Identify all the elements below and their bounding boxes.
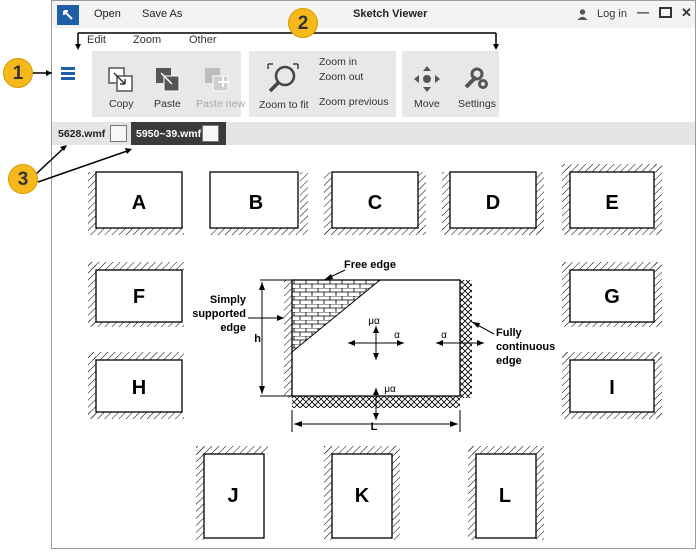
sketch-box-label: I: [609, 377, 615, 399]
sketch-box-i[interactable]: I: [562, 352, 662, 419]
sketch-box-label: B: [249, 192, 263, 214]
sketch-box-k[interactable]: K: [324, 446, 400, 540]
sketch-box-label: G: [604, 286, 620, 308]
sketch-box-c[interactable]: C: [324, 171, 426, 235]
simply-supported-line-3: edge: [220, 322, 246, 334]
sketch-box-e[interactable]: E: [562, 164, 662, 235]
mu-alpha-label: μα: [368, 316, 380, 327]
sketch-box-label: C: [368, 192, 382, 214]
free-edge-label: Free edge: [344, 259, 396, 271]
sketch-box-j[interactable]: J: [196, 446, 268, 540]
sketch-box-f[interactable]: F: [88, 262, 184, 327]
sketch-box-label: A: [132, 192, 146, 214]
slab-diagram: h L μα α α μα Free edge Simply supported…: [192, 259, 555, 433]
sketch-box-a[interactable]: A: [88, 171, 184, 235]
sketch-box-h[interactable]: H: [88, 352, 184, 419]
sketch-box-label: J: [227, 485, 238, 507]
simply-supported-line-1: Simply: [210, 294, 247, 306]
callout-1: 1: [3, 58, 33, 88]
sketch-box-label: E: [605, 192, 618, 214]
sketch-box-d[interactable]: D: [442, 171, 544, 235]
simply-supported-line-2: supported: [192, 308, 246, 320]
alpha-label: α: [441, 330, 447, 341]
sketch-box-l[interactable]: L: [468, 446, 544, 540]
callout-2: 2: [288, 8, 318, 38]
fully-continuous-line-3: edge: [496, 355, 522, 367]
sketch-box-b[interactable]: B: [209, 171, 308, 235]
callout-3: 3: [8, 164, 38, 194]
mu-alpha-label: μα: [384, 384, 396, 395]
sketch-box-label: D: [486, 192, 500, 214]
sketch-box-g[interactable]: G: [562, 262, 662, 327]
alpha-label: α: [394, 330, 400, 341]
sketch-box-label: K: [355, 485, 370, 507]
l-dimension-label: L: [371, 421, 378, 433]
callout-connectors: [33, 32, 499, 183]
h-dimension-label: h: [254, 333, 261, 345]
sketch-canvas: A B C D E F G H I J K L h L μα α α μα Fr…: [33, 32, 662, 540]
fully-continuous-line-1: Fully: [496, 327, 523, 339]
sketch-box-label: F: [133, 286, 145, 308]
sketch-box-label: L: [499, 485, 511, 507]
fully-continuous-line-2: continuous: [496, 341, 555, 353]
sketch-box-label: H: [132, 377, 146, 399]
